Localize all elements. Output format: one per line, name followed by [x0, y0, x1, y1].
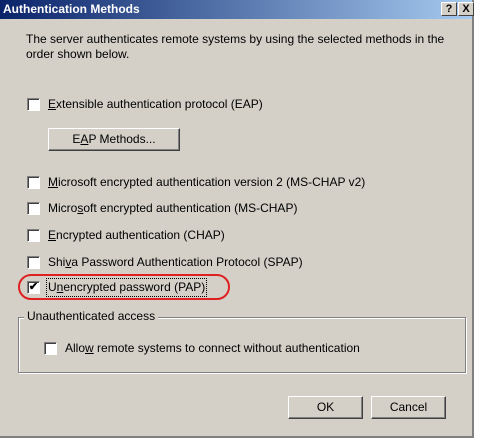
window-title: Authentication Methods: [3, 2, 140, 16]
unauthenticated-access-legend: Unauthenticated access: [24, 309, 159, 324]
authentication-methods-dialog: Authentication Methods ? X The server au…: [0, 0, 474, 438]
title-bar[interactable]: Authentication Methods ? X: [0, 0, 474, 19]
cancel-button[interactable]: Cancel: [371, 396, 446, 419]
ms-chap-v2-checkbox[interactable]: [27, 176, 40, 189]
help-button[interactable]: ?: [441, 2, 457, 16]
ms-chap-label: Microsoft encrypted authentication (MS-C…: [48, 201, 298, 215]
chap-label: Encrypted authentication (CHAP): [48, 228, 225, 242]
eap-label: Extensible authentication protocol (EAP): [48, 97, 263, 111]
ms-chap-checkbox[interactable]: [27, 202, 40, 215]
ms-chap-v2-label: Microsoft encrypted authentication versi…: [48, 175, 366, 189]
chap-checkbox[interactable]: [27, 229, 40, 242]
eap-methods-button[interactable]: EAP Methods...: [48, 128, 180, 151]
pap-checkbox[interactable]: ✔: [27, 281, 40, 294]
spap-checkbox[interactable]: [27, 256, 40, 269]
close-button[interactable]: X: [458, 2, 474, 16]
allow-unauthenticated-label: Allow remote systems to connect without …: [65, 341, 360, 355]
description-text: The server authenticates remote systems …: [26, 32, 445, 61]
ok-button[interactable]: OK: [288, 396, 363, 419]
eap-checkbox[interactable]: [27, 98, 40, 111]
pap-label: Unencrypted password (PAP): [45, 278, 208, 297]
allow-unauthenticated-checkbox[interactable]: [44, 342, 57, 355]
spap-label: Shiva Password Authentication Protocol (…: [48, 255, 303, 269]
